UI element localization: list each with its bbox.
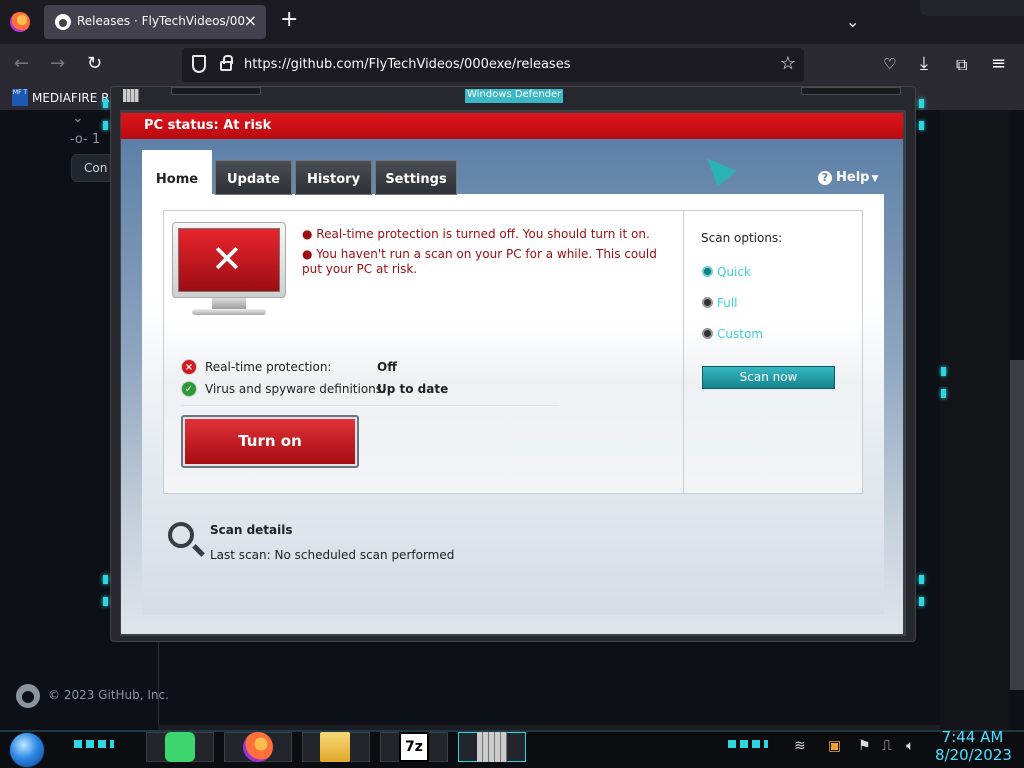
scan-now-button[interactable]: Scan now xyxy=(702,366,835,389)
expand-chevron-icon[interactable]: ⌄ xyxy=(72,110,84,126)
radio-full[interactable] xyxy=(702,297,713,308)
forward-icon[interactable]: → xyxy=(50,53,65,74)
tab-history[interactable]: History xyxy=(295,160,372,195)
help-icon: ? xyxy=(818,171,832,185)
github-favicon-icon xyxy=(55,14,71,30)
firefox-taskbar-icon[interactable] xyxy=(243,732,273,762)
tracking-shield-icon[interactable] xyxy=(192,55,206,73)
last-scan-text: Last scan: No scheduled scan performed xyxy=(210,548,455,562)
clock-date: 8/20/2023 xyxy=(935,746,1012,764)
turn-on-button[interactable]: Turn on xyxy=(181,415,359,468)
definitions-label: Virus and spyware definitions: xyxy=(205,382,387,396)
window-title: Windows Defender xyxy=(465,89,564,103)
download-icon[interactable]: ⤓ xyxy=(920,53,928,74)
scan-options-title: Scan options: xyxy=(701,231,783,245)
tab-title: Releases · FlyTechVideos/000exe xyxy=(77,14,245,28)
url-text[interactable]: https://github.com/FlyTechVideos/000exe/… xyxy=(244,57,570,72)
warning-text: You haven't run a scan on your PC for a … xyxy=(302,247,657,276)
scan-details-title: Scan details xyxy=(210,523,293,537)
monitor-screen: ✕ xyxy=(178,228,280,292)
warning-realtime: ● Real-time protection is turned off. Yo… xyxy=(302,227,650,241)
tab-update[interactable]: Update xyxy=(215,160,292,195)
tab-settings[interactable]: Settings xyxy=(375,160,457,195)
scan-option-custom[interactable]: Custom xyxy=(717,327,763,341)
check-icon: ✓ xyxy=(181,381,197,397)
close-tab-icon[interactable]: × xyxy=(244,11,257,30)
window-controls[interactable] xyxy=(920,0,1024,16)
back-icon[interactable]: ← xyxy=(14,53,29,74)
error-icon: × xyxy=(181,359,197,375)
help-menu[interactable]: ? Help ▼ xyxy=(818,170,878,185)
taskbar-accent xyxy=(728,740,768,748)
pocket-icon[interactable]: ♡ xyxy=(883,55,896,73)
bookmark-star-icon[interactable]: ☆ xyxy=(780,53,796,74)
footer-copyright: © 2023 GitHub, Inc. xyxy=(48,688,169,702)
frame-accent xyxy=(919,575,924,584)
pc-status-text: PC status: At risk xyxy=(144,118,272,133)
frame-accent xyxy=(919,597,924,606)
network-icon[interactable]: ⎍ xyxy=(882,738,892,754)
tab-home[interactable]: Home xyxy=(142,150,212,195)
frame-accent xyxy=(103,99,108,108)
firefox-icon[interactable] xyxy=(10,12,30,32)
warning-scan: ● You haven't run a scan on your PC for … xyxy=(302,247,657,276)
monitor-base xyxy=(192,309,266,315)
radio-custom[interactable] xyxy=(702,328,713,339)
error-x-icon: ✕ xyxy=(211,237,243,281)
realtime-protection-value: Off xyxy=(377,360,397,374)
file-explorer-icon[interactable] xyxy=(320,732,350,762)
radio-quick[interactable] xyxy=(702,266,713,277)
warning-text: Real-time protection is turned off. You … xyxy=(316,227,650,241)
window-system-menu-icon[interactable] xyxy=(123,89,139,102)
github-footer-logo-icon[interactable] xyxy=(16,684,40,708)
turn-on-label: Turn on xyxy=(185,419,355,464)
frame-accent xyxy=(941,389,946,398)
scan-option-quick[interactable]: Quick xyxy=(717,265,751,279)
taskbar-accent xyxy=(74,740,114,748)
defender-app-icon[interactable] xyxy=(477,732,507,762)
at-risk-monitor-icon: ✕ xyxy=(172,222,286,298)
new-tab-button[interactable]: + xyxy=(280,9,298,31)
7zip-icon[interactable]: 7z xyxy=(399,732,429,762)
commit-indicator: -o- 1 xyxy=(70,132,101,147)
reload-icon[interactable]: ↻ xyxy=(87,53,102,74)
page-scrollbar[interactable] xyxy=(1010,360,1024,690)
clock-time: 7:44 AM xyxy=(941,728,1004,746)
panel-divider xyxy=(683,211,684,493)
bookmark-mediafire[interactable]: MEDIAFIRE R xyxy=(32,91,109,105)
frame-accent xyxy=(919,99,924,108)
frame-accent xyxy=(103,575,108,584)
scan-option-full[interactable]: Full xyxy=(717,296,738,310)
definitions-value: Up to date xyxy=(377,382,449,396)
frame-accent xyxy=(941,367,946,376)
show-desktop-icon[interactable]: ≋ xyxy=(794,738,806,754)
status-separator xyxy=(181,405,559,406)
volume-icon[interactable]: 🔈︎ xyxy=(906,738,914,754)
frame-accent xyxy=(103,121,108,130)
caret-down-icon: ▼ xyxy=(871,174,879,184)
notes-app-icon[interactable] xyxy=(165,732,195,762)
mediafire-bookmark-icon[interactable]: MF T xyxy=(12,89,28,106)
status-bar: PC status: At risk xyxy=(121,113,903,139)
browser-tab-bar: Releases · FlyTechVideos/000exe × + ⌄ xyxy=(0,0,1024,44)
page-right-gutter xyxy=(940,110,1010,730)
frame-decoration xyxy=(801,87,901,95)
menu-icon[interactable]: ≡ xyxy=(991,53,1006,74)
frame-accent xyxy=(919,121,924,130)
start-orb-icon[interactable] xyxy=(9,732,45,768)
url-bar[interactable]: https://github.com/FlyTechVideos/000exe/… xyxy=(182,48,804,82)
realtime-protection-label: Real-time protection: xyxy=(205,360,332,374)
taskbar-clock[interactable]: 7:44 AM 8/20/2023 xyxy=(935,728,1012,764)
frame-decoration xyxy=(171,87,261,95)
browser-nav-bar: ← → ↻ https://github.com/FlyTechVideos/0… xyxy=(0,44,1024,86)
tray-app-icon[interactable]: ▣ xyxy=(828,738,841,754)
extensions-icon[interactable]: ⧉ xyxy=(956,55,967,75)
magnifier-icon xyxy=(168,522,194,548)
help-label: Help xyxy=(836,170,870,185)
lock-icon[interactable] xyxy=(220,55,233,71)
chevron-down-icon[interactable]: ⌄ xyxy=(846,12,859,31)
frame-accent xyxy=(103,597,108,606)
action-center-icon[interactable]: ⚑ xyxy=(858,738,871,754)
browser-tab-releases[interactable]: Releases · FlyTechVideos/000exe × xyxy=(44,5,266,39)
